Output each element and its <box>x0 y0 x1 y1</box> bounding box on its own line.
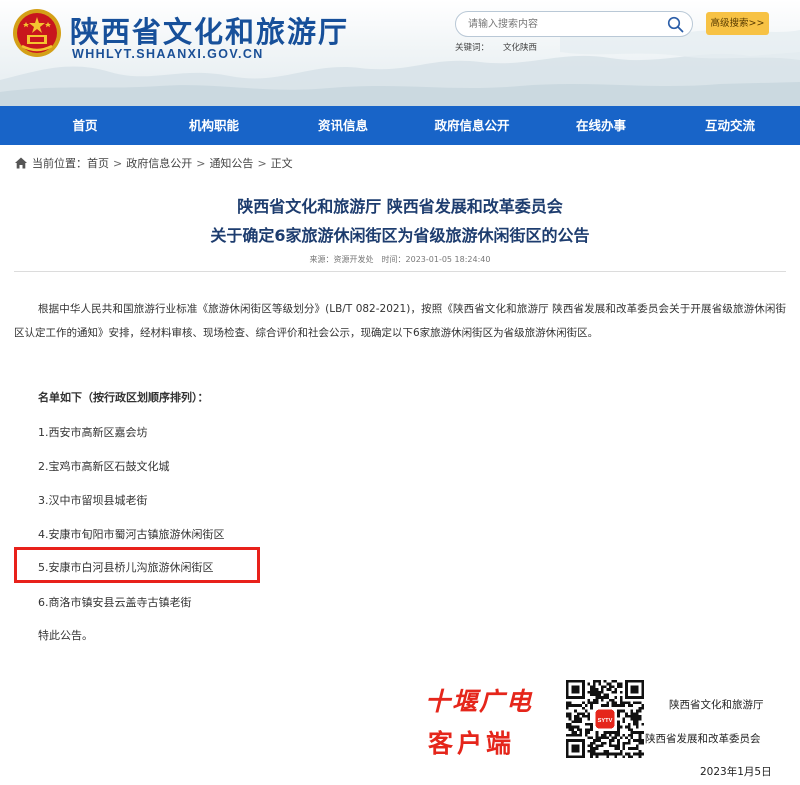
search-keywords: 关键词： 文化陕西 <box>455 41 537 53</box>
watermark-client: 客户端 <box>428 729 516 758</box>
signature-culture-tourism: 陕西省文化和旅游厅 <box>669 699 764 711</box>
nav-item-functions[interactable]: 机构职能 <box>169 106 259 145</box>
list-heading: 名单如下（按行政区划顺序排列）： <box>38 391 209 404</box>
article-source: 来源：资源开发处 <box>309 255 374 264</box>
search-box <box>455 11 693 37</box>
search-icon[interactable] <box>667 16 684 33</box>
search-input[interactable] <box>468 15 658 33</box>
breadcrumb: 当前位置： 首页 > 政府信息公开 > 通知公告 > 正文 <box>14 155 293 171</box>
qr-badge-text: SYTV <box>598 718 613 724</box>
highlight-box <box>14 547 260 583</box>
signature-date: 2023年1月5日 <box>700 766 772 778</box>
breadcrumb-separator: > <box>196 156 206 170</box>
main-nav: 首页 机构职能 资讯信息 政府信息公开 在线办事 互动交流 <box>0 106 800 145</box>
list-item: 1.西安市高新区嘉会坊 <box>38 426 148 439</box>
home-icon <box>15 157 27 169</box>
watermark-brand: 十堰广电 <box>425 687 534 716</box>
closing-text: 特此公告。 <box>38 629 93 642</box>
breadcrumb-separator: > <box>257 156 267 170</box>
article-body: 根据中华人民共和国旅游行业标准《旅游休闲街区等级划分》(LB/T 082-202… <box>14 303 786 339</box>
qr-code-icon: SYTV <box>566 680 644 758</box>
list-item: 4.安康市旬阳市蜀河古镇旅游休闲街区 <box>38 528 225 541</box>
breadcrumb-separator: > <box>113 156 123 170</box>
site-title: 陕西省文化和旅游厅 <box>70 15 350 49</box>
nav-item-online-services[interactable]: 在线办事 <box>556 106 646 145</box>
breadcrumb-label: 当前位置： <box>32 157 87 170</box>
national-emblem-icon <box>13 9 61 57</box>
breadcrumb-item-notices[interactable]: 通知公告 <box>209 155 253 171</box>
article-title-line-1: 陕西省文化和旅游厅 陕西省发展和改革委员会 <box>237 197 563 216</box>
advanced-search-button[interactable]: 高级搜索>> <box>706 12 769 35</box>
breadcrumb-item-gov-info[interactable]: 政府信息公开 <box>126 155 192 171</box>
list-item: 2.宝鸡市高新区石鼓文化城 <box>38 460 170 473</box>
article-title-line-2: 关于确定6家旅游休闲街区为省级旅游休闲街区的公告 <box>210 226 590 245</box>
nav-item-news[interactable]: 资讯信息 <box>298 106 388 145</box>
title-divider <box>14 271 786 272</box>
keyword-link[interactable]: 文化陕西 <box>503 43 537 53</box>
nav-item-home[interactable]: 首页 <box>40 106 130 145</box>
article-time: 时间：2023-01-05 18:24:40 <box>381 255 491 264</box>
breadcrumb-item-home[interactable]: 首页 <box>87 155 109 171</box>
signature-development-reform: 陕西省发展和改革委员会 <box>645 733 761 745</box>
keywords-label: 关键词： <box>455 43 490 53</box>
site-domain: WHHLYT.SHAANXI.GOV.CN <box>72 47 264 61</box>
breadcrumb-item-current: 正文 <box>270 157 293 170</box>
article-meta: 来源：资源开发处 时间：2023-01-05 18:24:40 <box>0 254 800 265</box>
site-header: 陕西省文化和旅游厅 WHHLYT.SHAANXI.GOV.CN 高级搜索>> 关… <box>0 0 800 106</box>
list-item: 3.汉中市留坝县城老街 <box>38 494 148 507</box>
list-item: 6.商洛市镇安县云盖寺古镇老街 <box>38 596 192 609</box>
nav-item-interaction[interactable]: 互动交流 <box>685 106 775 145</box>
nav-item-gov-info[interactable]: 政府信息公开 <box>427 106 517 145</box>
